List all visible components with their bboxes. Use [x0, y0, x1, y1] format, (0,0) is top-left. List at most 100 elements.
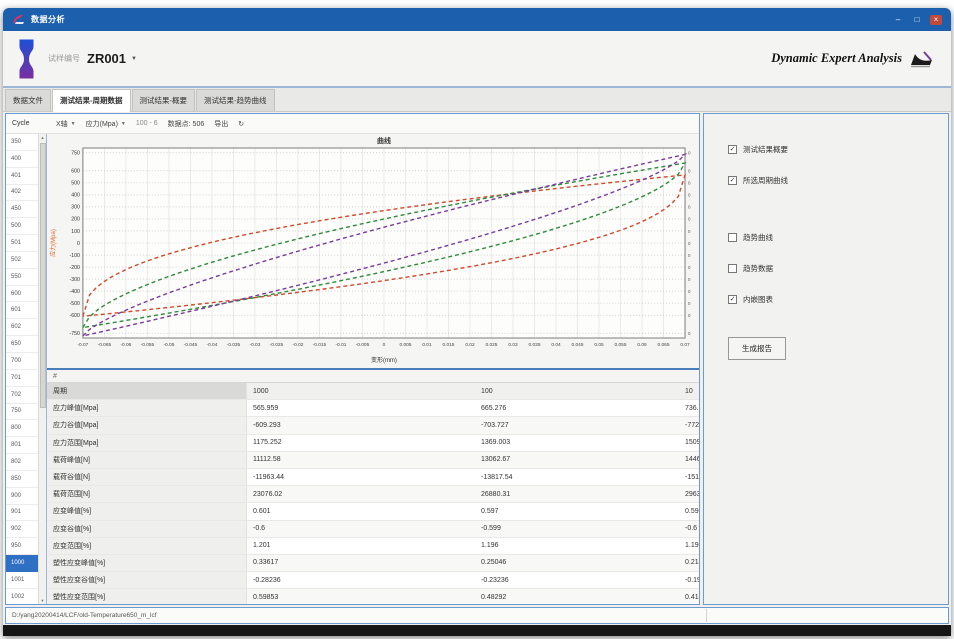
cycle-list-item[interactable]: 801: [6, 437, 38, 454]
cycle-list-item[interactable]: 800: [6, 420, 38, 437]
cycle-list-item[interactable]: 802: [6, 454, 38, 471]
cell-value: -0.23236: [475, 572, 679, 588]
series-dropdown[interactable]: 应力(Mpa) ▼: [86, 119, 126, 129]
cycle-list-item[interactable]: 750: [6, 404, 38, 421]
cell-value: 736.888: [679, 400, 699, 416]
app-window: 数据分析 – □ × 试样编号 ZR001 ▼ Dynamic Expert A…: [3, 8, 951, 636]
checkbox-row[interactable]: ✓ 内嵌图表: [728, 294, 938, 305]
generate-report-button[interactable]: 生成报告: [728, 337, 786, 360]
cycle-list-item[interactable]: 350: [6, 134, 38, 151]
cycle-list-item[interactable]: 1002: [6, 589, 38, 604]
checkbox-row[interactable]: ✓ 所选周期曲线: [728, 175, 938, 186]
cycle-list-panel: 3504004014024505005015025506006016026507…: [6, 134, 47, 604]
cell-value: 100: [475, 383, 679, 399]
checkbox-label: 内嵌图表: [743, 294, 773, 305]
cycle-list-item[interactable]: 700: [6, 353, 38, 370]
table-row[interactable]: 应变谷值[%]-0.6-0.599-0.6: [47, 521, 699, 538]
tab-4[interactable]: 测试结果-趋势曲线: [196, 89, 275, 111]
table-row[interactable]: 应力谷值[Mpa]-609.293-703.727-772.622: [47, 417, 699, 434]
checkbox-icon[interactable]: ✓: [728, 176, 737, 185]
row-label: 应变范围[%]: [47, 538, 247, 554]
cycle-list-item[interactable]: 500: [6, 218, 38, 235]
cell-value: 1.190: [679, 538, 699, 554]
cell-value: -11963.44: [247, 469, 475, 485]
cycle-list-item[interactable]: 602: [6, 319, 38, 336]
row-label: 载荷范围[N]: [47, 486, 247, 502]
refresh-icon[interactable]: ↻: [238, 120, 244, 128]
cell-value: -0.6: [247, 521, 475, 537]
table-row[interactable]: 塑性应变峰值[%]0.336170.250460.21448: [47, 555, 699, 572]
cycle-list-item[interactable]: 502: [6, 252, 38, 269]
cycle-list-item[interactable]: 901: [6, 505, 38, 522]
checkbox-icon[interactable]: [728, 264, 737, 273]
tab-3[interactable]: 测试结果-概要: [132, 89, 196, 111]
cell-value: 10: [679, 383, 699, 399]
y-tick-label: 0: [77, 241, 80, 247]
checkbox-label: 所选周期曲线: [743, 175, 788, 186]
tab-1[interactable]: 数据文件: [5, 89, 51, 111]
row-label: 塑性应变谷值[%]: [47, 572, 247, 588]
cycle-list-item[interactable]: 501: [6, 235, 38, 252]
cell-value: 13062.67: [475, 452, 679, 468]
table-row[interactable]: 载荷谷值[N]-11963.44-13817.54-15170.395: [47, 469, 699, 486]
sample-number-value[interactable]: ZR001: [87, 51, 126, 66]
y-tick-label: -100: [70, 253, 80, 259]
cycle-list-item[interactable]: 702: [6, 387, 38, 404]
row-label: 周期: [47, 383, 247, 399]
cycle-list-scrollbar[interactable]: ▲ ▼: [38, 134, 46, 604]
checkbox-icon[interactable]: [728, 233, 737, 242]
cycle-list-item[interactable]: 1000: [6, 555, 38, 572]
cycle-list-item[interactable]: 402: [6, 185, 38, 202]
table-row[interactable]: 应变峰值[%]0.6010.5970.590: [47, 503, 699, 520]
cycle-list-item[interactable]: 1001: [6, 572, 38, 589]
y-tick-label: 600: [71, 169, 80, 175]
checkbox-icon[interactable]: ✓: [728, 295, 737, 304]
table-row[interactable]: 塑性应变范围[%]0.598530.482920.41738: [47, 589, 699, 604]
hysteresis-chart[interactable]: -0.07-0.065-0.06-0.055-0.05-0.045-0.04-0…: [47, 134, 699, 368]
scrollbar-thumb[interactable]: [40, 143, 46, 408]
export-button[interactable]: 导出: [214, 119, 228, 129]
cycle-list-item[interactable]: 950: [6, 538, 38, 555]
table-row[interactable]: 载荷范围[N]23076.0226880.3129639.155: [47, 486, 699, 503]
cycle-list[interactable]: 3504004014024505005015025506006016026507…: [6, 134, 38, 604]
table-row[interactable]: 载荷峰值[N]11112.5813062.6714460.76: [47, 452, 699, 469]
checkbox-row[interactable]: 趋势曲线: [728, 232, 938, 243]
sample-dropdown-arrow[interactable]: ▼: [131, 56, 137, 62]
range-text[interactable]: 100 - 6: [136, 120, 158, 127]
cycle-list-item[interactable]: 550: [6, 269, 38, 286]
right-tick-label: 0: [688, 253, 691, 258]
cycle-list-item[interactable]: 902: [6, 521, 38, 538]
cycle-list-item[interactable]: 850: [6, 471, 38, 488]
cell-value: -703.727: [475, 417, 679, 433]
cycle-list-item[interactable]: 400: [6, 151, 38, 168]
minimize-button[interactable]: –: [892, 15, 904, 25]
scroll-up-icon[interactable]: ▲: [39, 135, 46, 140]
close-button[interactable]: ×: [930, 15, 942, 25]
table-row[interactable]: 塑性应变谷值[%]-0.28236-0.23236-0.1976: [47, 572, 699, 589]
checkbox-row[interactable]: 趋势数据: [728, 263, 938, 274]
cell-value: 665.276: [475, 400, 679, 416]
right-tick-label: 0: [688, 241, 691, 246]
checkbox-row[interactable]: ✓测试结果概要: [728, 144, 938, 155]
maximize-button[interactable]: □: [911, 15, 923, 25]
cycle-list-item[interactable]: 650: [6, 336, 38, 353]
cycle-list-item[interactable]: 450: [6, 201, 38, 218]
cycle-list-item[interactable]: 900: [6, 488, 38, 505]
tab-2[interactable]: 测试结果-周期数据: [52, 89, 131, 112]
table-row[interactable]: 应变范围[%]1.2011.1961.190: [47, 538, 699, 555]
cycle-list-item[interactable]: 600: [6, 286, 38, 303]
table-row[interactable]: 应力范围[Mpa]1175.2521369.0031509.51: [47, 435, 699, 452]
file-path: D:/yang20200414/LCF/old-Temperature650_m…: [12, 612, 157, 619]
table-row[interactable]: 周期100010010: [47, 383, 699, 400]
window-bottom-frame: [3, 625, 951, 636]
table-row[interactable]: 应力峰值[Mpa]565.959665.276736.888: [47, 400, 699, 417]
x-tick-label: -0.05: [163, 342, 174, 348]
scroll-down-icon[interactable]: ▼: [39, 598, 46, 603]
cycle-list-item[interactable]: 401: [6, 168, 38, 185]
checkbox-icon[interactable]: ✓: [728, 145, 737, 154]
x-tick-label: 0.055: [615, 342, 627, 348]
cycle-list-item[interactable]: 701: [6, 370, 38, 387]
cycle-list-item[interactable]: 601: [6, 302, 38, 319]
cell-value: 0.48292: [475, 589, 679, 604]
x-axis-dropdown[interactable]: X轴 ▼: [56, 119, 76, 129]
